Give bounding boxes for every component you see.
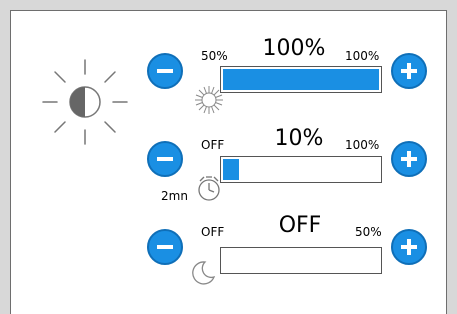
brightness-value: 100%	[262, 36, 326, 61]
moon-icon	[192, 261, 216, 285]
brightness-increase-button[interactable]	[391, 53, 427, 89]
control-panel: 50% 100% 100% OFF 10% 100% 2mn OFF OFF 5…	[10, 10, 447, 314]
timer-icon	[198, 176, 220, 201]
timer-duration-label: 2mn	[161, 189, 188, 203]
timer-value: 10%	[274, 126, 324, 151]
timer-bar[interactable]	[220, 156, 382, 183]
brightness-min-label: 50%	[201, 49, 228, 63]
timer-bar-fill	[223, 159, 239, 180]
brightness-decrease-button[interactable]	[147, 53, 183, 89]
timer-min-label: OFF	[201, 138, 225, 152]
night-increase-button[interactable]	[391, 229, 427, 265]
night-max-label: 50%	[355, 225, 382, 239]
night-value: OFF	[278, 213, 322, 238]
timer-max-label: 100%	[345, 138, 380, 152]
night-decrease-button[interactable]	[147, 229, 183, 265]
night-min-label: OFF	[201, 225, 225, 239]
night-bar[interactable]	[220, 247, 382, 274]
brightness-bar[interactable]	[220, 66, 382, 93]
brightness-icon	[42, 59, 128, 145]
timer-decrease-button[interactable]	[147, 141, 183, 177]
sunburst-icon	[195, 86, 223, 114]
brightness-bar-fill	[223, 69, 379, 90]
brightness-max-label: 100%	[345, 49, 380, 63]
timer-increase-button[interactable]	[391, 141, 427, 177]
